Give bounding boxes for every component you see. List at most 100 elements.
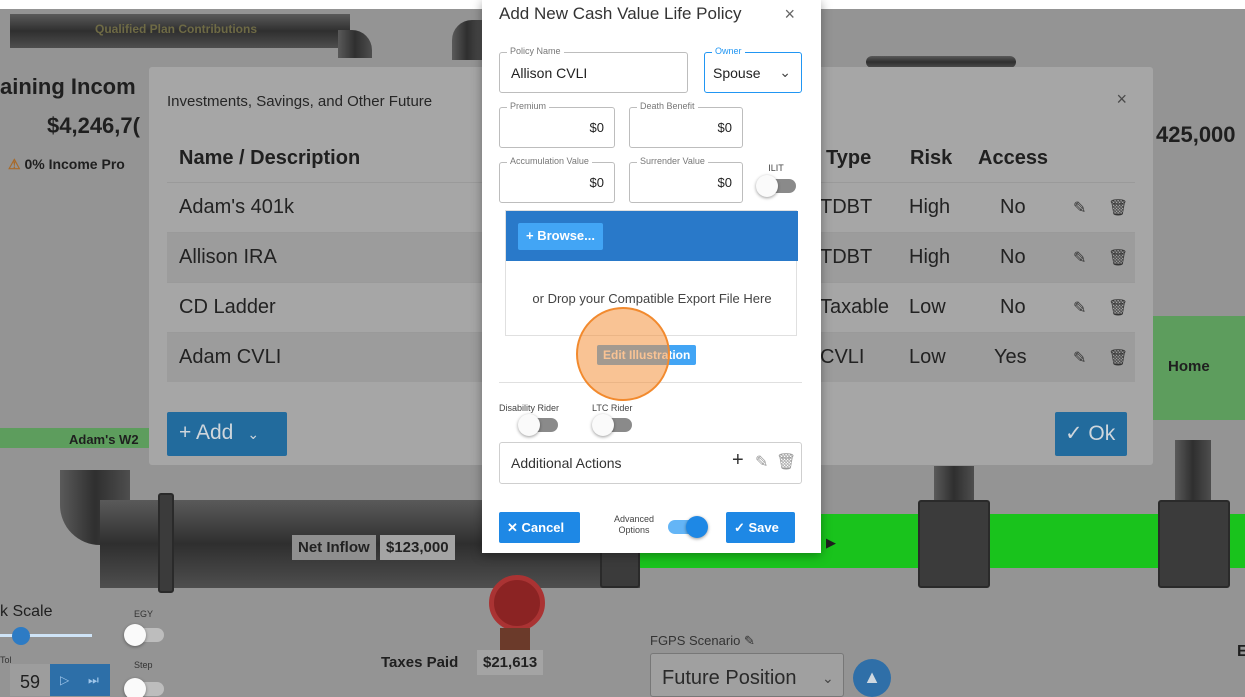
accumulation-value-value: $0 [589, 175, 604, 190]
advanced-options-toggle-knob [686, 516, 708, 538]
remaining-income-label: aining Incom [0, 74, 136, 99]
column-header-access[interactable]: Access [978, 147, 1048, 170]
policy-name-field[interactable]: Policy Name Allison CVLI [499, 46, 688, 93]
investments-modal-title: Investments, Savings, and Other Future [167, 93, 433, 110]
k-scale-label: k Scale [0, 603, 53, 620]
owner-label: Owner [712, 46, 745, 56]
disability-rider-toggle[interactable] [518, 414, 558, 436]
premium-value: $0 [589, 120, 604, 135]
egy-toggle-knob [124, 624, 146, 646]
advanced-options-label: Advanced Options [613, 514, 655, 535]
add-cvli-dialog: Add New Cash Value Life Policy × Policy … [482, 0, 821, 553]
disability-rider-toggle-knob [518, 414, 540, 436]
alert-triangle-icon[interactable]: ▲ [853, 659, 891, 697]
browse-button[interactable]: + Browse... [518, 223, 603, 250]
chevron-down-icon: ⌄ [822, 670, 834, 686]
column-header-risk[interactable]: Risk [910, 147, 952, 170]
row-type: TDBT [820, 196, 873, 218]
fgps-scenario-label: FGPS Scenario ✎ [650, 633, 755, 649]
net-inflow-label: Net Inflow [292, 535, 376, 560]
premium-label: Premium [507, 101, 550, 111]
row-risk: Low [909, 296, 946, 318]
row-type: TDBT [820, 246, 873, 268]
ok-button[interactable]: ✓ Ok [1055, 412, 1127, 456]
ltc-rider-label: LTC Rider [592, 403, 633, 413]
qualified-plan-pipe-elbow [338, 30, 372, 58]
income-protection-text: ⚠ 0% Income Pro [8, 156, 125, 173]
right-total-value: 425,000 [1156, 122, 1236, 147]
trash-icon[interactable]: 🗑 [1108, 298, 1128, 318]
edit-pencil-icon[interactable]: ✎ [1073, 198, 1086, 218]
step-toggle[interactable] [124, 678, 164, 697]
surrender-value-value: $0 [717, 175, 732, 190]
owner-select[interactable]: Owner Spouse ⌄ [704, 46, 802, 93]
edge-letter: E [1237, 643, 1245, 660]
taxes-paid-label: Taxes Paid [381, 654, 459, 671]
play-icon[interactable]: ▷ [60, 673, 69, 687]
home-label: Home [1168, 358, 1210, 375]
close-icon[interactable]: × [784, 4, 795, 25]
plus-icon[interactable]: + [732, 449, 744, 472]
column-header-name[interactable]: Name / Description [179, 147, 360, 170]
row-risk: Low [909, 346, 946, 368]
ilit-toggle[interactable] [756, 175, 796, 197]
scale-slider-thumb[interactable] [12, 627, 30, 645]
add-investment-button[interactable]: + Add ⌄ [167, 412, 287, 456]
premium-field[interactable]: Premium $0 [499, 101, 615, 148]
ltc-rider-toggle-knob [592, 414, 614, 436]
accumulation-value-label: Accumulation Value [507, 156, 592, 166]
trash-icon[interactable]: 🗑 [776, 452, 796, 472]
net-inflow-value: $123,000 [380, 535, 455, 560]
fgps-scenario-text: FGPS Scenario [650, 633, 741, 648]
taxes-paid-value: $21,613 [477, 650, 544, 675]
death-benefit-field[interactable]: Death Benefit $0 [629, 101, 743, 148]
remaining-income-value: $4,246,7( [47, 113, 140, 138]
row-risk: High [909, 196, 951, 218]
step-label: Step [134, 660, 153, 670]
ilit-toggle-knob [756, 175, 778, 197]
right-flange-1 [918, 500, 990, 588]
chevron-down-icon: ⌄ [247, 426, 260, 442]
egy-toggle[interactable] [124, 624, 164, 646]
save-button[interactable]: ✓ Save [726, 512, 795, 543]
accumulation-value-field[interactable]: Accumulation Value $0 [499, 156, 615, 203]
row-type: CVLI [820, 346, 865, 368]
death-benefit-label: Death Benefit [637, 101, 698, 111]
trash-icon[interactable]: 🗑 [1108, 348, 1128, 368]
cancel-button[interactable]: ✕ Cancel [499, 512, 580, 543]
ilit-label: ILIT [768, 163, 784, 173]
row-name: Adam's 401k [179, 196, 294, 218]
row-access: Yes [994, 346, 1027, 368]
row-name: CD Ladder [179, 296, 276, 318]
advanced-options-toggle[interactable] [668, 516, 708, 538]
add-label: + Add [179, 421, 234, 444]
income-protection-value: 0% Income Pro [24, 156, 125, 172]
owner-value: Spouse [713, 65, 761, 81]
policy-name-label: Policy Name [507, 46, 564, 56]
click-highlight-indicator [576, 307, 670, 401]
trash-icon[interactable]: 🗑 [1108, 198, 1128, 218]
column-header-type[interactable]: Type [826, 147, 871, 170]
step-toggle-knob [124, 678, 146, 697]
year-value: 59 [20, 672, 41, 692]
pencil-icon[interactable]: ✎ [744, 633, 755, 648]
ltc-rider-toggle[interactable] [592, 414, 632, 436]
top-pipe-elbow [452, 20, 482, 60]
trash-icon[interactable]: 🗑 [1108, 248, 1128, 268]
edit-pencil-icon[interactable]: ✎ [1073, 298, 1086, 318]
dialog-title: Add New Cash Value Life Policy [499, 4, 742, 23]
row-name: Allison IRA [179, 246, 277, 268]
investments-close-icon[interactable]: × [1116, 89, 1127, 110]
edit-pencil-icon[interactable]: ✎ [1073, 348, 1086, 368]
tax-valve-wheel-icon[interactable] [489, 575, 545, 631]
warning-icon: ⚠ [8, 156, 25, 172]
edit-pencil-icon[interactable]: ✎ [755, 452, 768, 472]
qualified-plan-label: Qualified Plan Contributions [95, 22, 257, 36]
edit-pencil-icon[interactable]: ✎ [1073, 248, 1086, 268]
chevron-down-icon: ⌄ [779, 64, 791, 80]
row-type: Taxable [820, 296, 889, 318]
drop-zone-header: + Browse... [506, 211, 798, 261]
row-access: No [1000, 246, 1026, 268]
surrender-value-field[interactable]: Surrender Value $0 [629, 156, 743, 203]
step-forward-icon[interactable]: ⏭ [88, 673, 99, 688]
